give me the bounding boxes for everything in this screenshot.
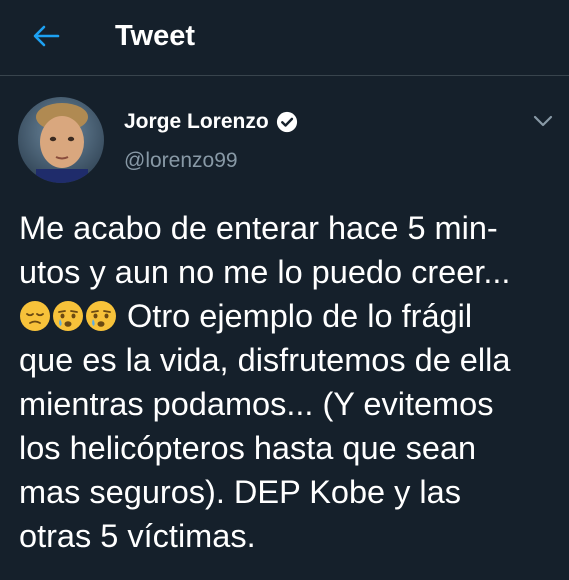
author-name-row[interactable]: Jorge Lorenzo bbox=[124, 109, 298, 135]
tweet-line: Me acabo de enterar hace 5 min- bbox=[19, 210, 498, 246]
back-button[interactable] bbox=[26, 18, 66, 54]
tweet-text: Me acabo de enterar hace 5 min- utos y a… bbox=[19, 206, 559, 558]
tweet-line: los helicópteros hasta que sean bbox=[19, 430, 477, 466]
author-name[interactable]: Jorge Lorenzo bbox=[124, 109, 269, 135]
author-handle[interactable]: @lorenzo99 bbox=[124, 148, 238, 174]
arrow-left-icon bbox=[33, 25, 60, 47]
tweet-line: otras 5 víctimas. bbox=[19, 518, 256, 554]
tweet-line-with-emojis: Otro ejemplo de lo frágil bbox=[19, 294, 559, 338]
tweet-line: mientras podamos... (Y evitemos bbox=[19, 386, 494, 422]
tweet-menu-button[interactable] bbox=[528, 108, 558, 134]
pensive-face-emoji bbox=[20, 301, 50, 331]
avatar-image bbox=[18, 97, 104, 183]
top-bar: Tweet bbox=[0, 0, 569, 76]
verified-badge-icon bbox=[276, 111, 297, 133]
tweet-line: mas seguros). DEP Kobe y las bbox=[19, 474, 461, 510]
crying-face-emoji bbox=[53, 301, 83, 331]
tweet-line: utos y aun no me lo puedo creer... bbox=[19, 254, 511, 290]
chevron-down-icon bbox=[533, 115, 553, 127]
tweet-line-text: Otro ejemplo de lo frágil bbox=[118, 298, 473, 334]
avatar[interactable] bbox=[18, 97, 104, 183]
tweet-line: que es la vida, disfrutemos de ella bbox=[19, 342, 511, 378]
page-title: Tweet bbox=[115, 20, 196, 52]
crying-face-emoji bbox=[86, 301, 116, 331]
